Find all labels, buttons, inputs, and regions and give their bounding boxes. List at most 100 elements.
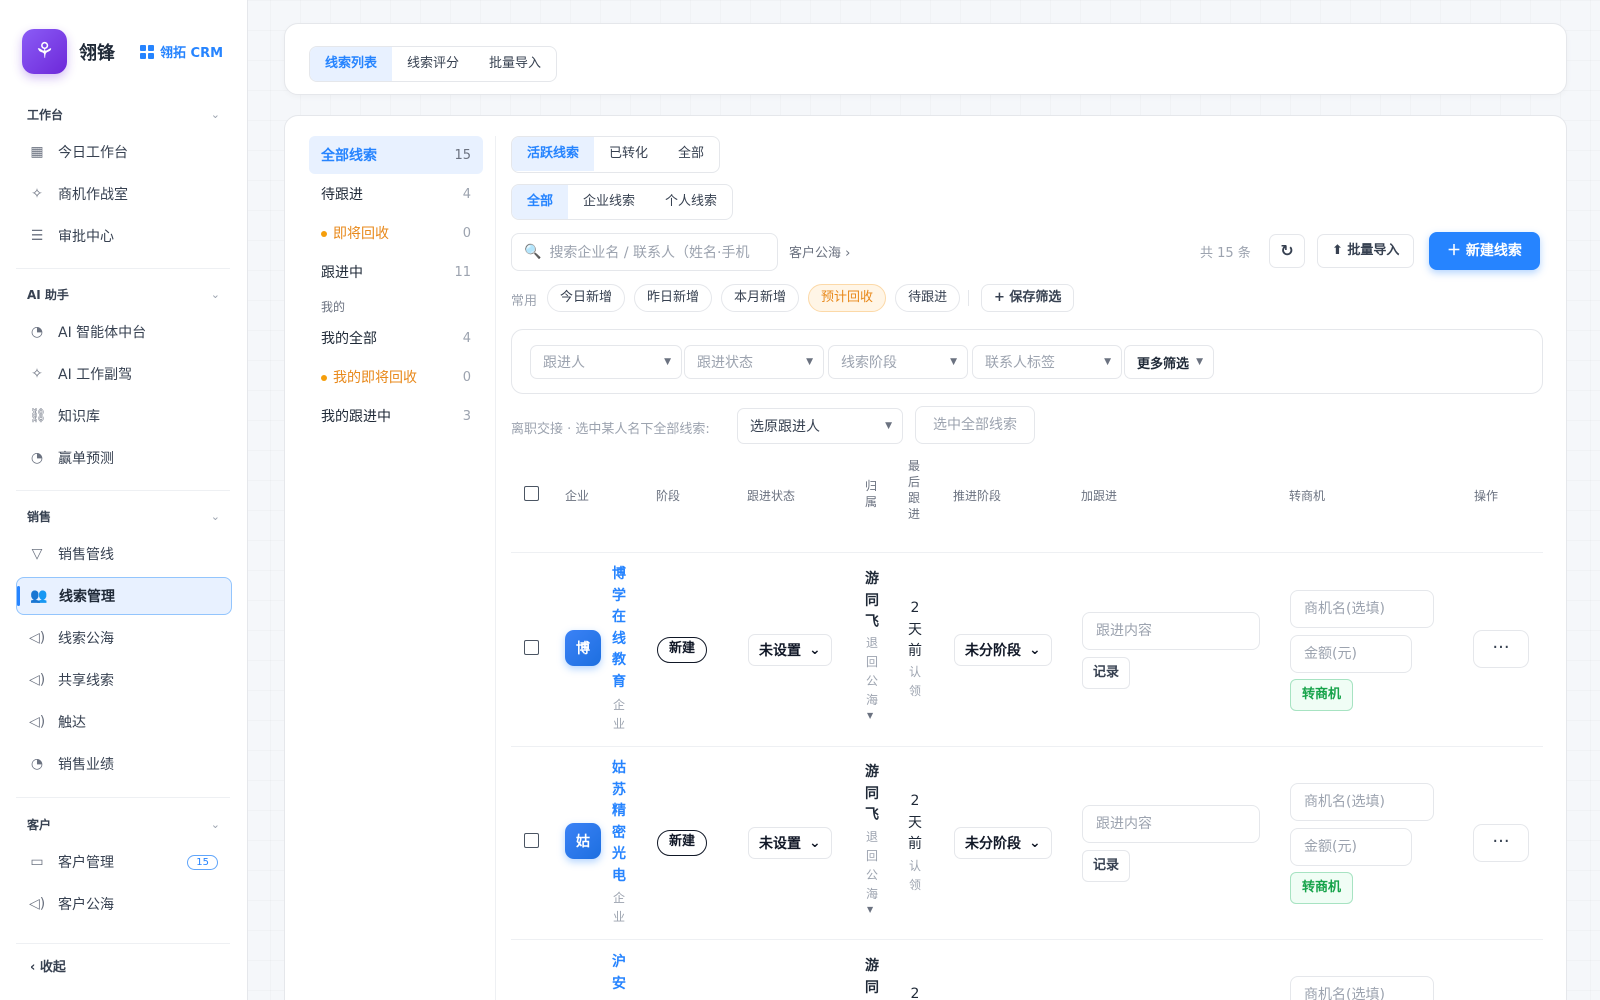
follow-content-input[interactable]: 跟进内容	[1082, 612, 1260, 650]
refresh-button[interactable]: ↻	[1269, 234, 1305, 268]
tab-all-types[interactable]: 全部	[512, 185, 569, 219]
convert-opportunity-button[interactable]: 转商机	[1290, 679, 1354, 711]
link-icon: ⛓	[29, 408, 47, 424]
chip-month-new[interactable]: 本月新增	[721, 284, 800, 312]
section-sales[interactable]: 销售 ⌄	[27, 508, 220, 525]
amount-input[interactable]: 金额(元)	[1290, 635, 1412, 673]
more-actions-button[interactable]: ···	[1473, 630, 1529, 668]
gauge-icon: ◔	[30, 324, 44, 340]
tab-active-leads[interactable]: 活跃线索	[512, 137, 595, 171]
company-type: 企业	[612, 698, 625, 731]
push-stage-select[interactable]: 未分阶段 ⌄	[954, 827, 1052, 859]
category-all[interactable]: 全部线索 15	[309, 136, 483, 174]
tab-enterprise[interactable]: 企业线索	[568, 185, 650, 219]
company-name-link[interactable]: 沪安	[611, 952, 627, 995]
nav-pipeline[interactable]: ▽ 销售管线	[16, 535, 232, 573]
nav-label: 销售管线	[58, 547, 114, 563]
tab-lead-list[interactable]: 线索列表	[310, 47, 393, 81]
company-name-link[interactable]: 姑苏精密光电	[611, 758, 627, 887]
tab-lead-score[interactable]: 线索评分	[392, 47, 474, 81]
status-select[interactable]: 未设置 ⌄	[748, 827, 832, 859]
company-type: 企业	[612, 891, 625, 924]
caret-down-icon[interactable]: ▼	[867, 711, 873, 720]
owner-filter[interactable]: 跟进人 ▼	[530, 345, 682, 379]
chip-expected-recycle[interactable]: 预计回收	[808, 284, 887, 312]
sparkle-icon: ✧	[31, 366, 43, 382]
top-tabs: 线索列表 线索评分 批量导入	[309, 46, 558, 82]
category-my-expiring[interactable]: 我的即将回收 0	[309, 358, 483, 396]
nav-reach[interactable]: ◁) 触达	[16, 703, 232, 741]
section-customer[interactable]: 客户 ⌄	[27, 816, 220, 833]
category-my-all[interactable]: 我的全部 4	[309, 319, 483, 357]
collapse-button[interactable]: ‹ 收起	[30, 956, 66, 975]
batch-import-button[interactable]: ⬆ 批量导入	[1317, 234, 1415, 268]
nav-customer-management[interactable]: ▭ 客户管理 15	[16, 843, 232, 881]
section-workbench[interactable]: 工作台 ⌄	[27, 106, 220, 123]
nav-win-forecast[interactable]: ◔ 赢单预测	[16, 439, 232, 477]
chip-today-new[interactable]: 今日新增	[547, 284, 626, 312]
row-checkbox[interactable]	[524, 640, 539, 655]
quick-filter-chips: 今日新增 昨日新增 本月新增 预计回收 待跟进	[547, 284, 961, 312]
nav-customer-pool[interactable]: ◁) 客户公海	[16, 885, 232, 923]
record-button[interactable]: 记录	[1082, 657, 1131, 689]
owner-note: 退回公海	[865, 830, 878, 901]
nav-opportunity-room[interactable]: ✧ 商机作战室	[16, 175, 232, 213]
save-filter-button[interactable]: + 保存筛选	[981, 284, 1075, 312]
convert-opportunity-button[interactable]: 转商机	[1290, 872, 1354, 904]
customer-pool-link[interactable]: 客户公海 ›	[789, 242, 850, 261]
nav-ai-copilot[interactable]: ✧ AI 工作副驾	[16, 355, 232, 393]
push-stage-select[interactable]: 未分阶段 ⌄	[954, 634, 1052, 666]
opportunity-name-input[interactable]: 商机名(选填)	[1290, 976, 1434, 1000]
caret-down-icon[interactable]: ▼	[867, 905, 873, 914]
opportunity-name-input[interactable]: 商机名(选填)	[1290, 783, 1434, 821]
owner-name: 游同飞	[865, 571, 879, 630]
follow-content-input[interactable]: 跟进内容	[1082, 805, 1260, 843]
nav-shared-leads[interactable]: ◁) 共享线索	[16, 661, 232, 699]
amount-input[interactable]: 金额(元)	[1290, 828, 1412, 866]
nav-label: 线索管理	[59, 589, 115, 605]
tag-filter[interactable]: 联系人标签 ▼	[972, 345, 1122, 379]
nav-ai-platform[interactable]: ◔ AI 智能体中台	[16, 313, 232, 351]
record-button[interactable]: 记录	[1082, 850, 1131, 882]
nav-label: 审批中心	[58, 229, 114, 245]
status-tabs: 活跃线索 已转化 全部	[511, 136, 721, 173]
opportunity-name-input[interactable]: 商机名(选填)	[1290, 590, 1434, 628]
warning-dot-icon	[321, 231, 327, 237]
status-filter[interactable]: 跟进状态 ▼	[684, 345, 824, 379]
crm-switch[interactable]: 翎拓 CRM	[140, 42, 223, 61]
stage-filter[interactable]: 线索阶段 ▼	[828, 345, 968, 379]
category-following[interactable]: 跟进中 11	[309, 253, 483, 291]
new-lead-button[interactable]: ＋ 新建线索	[1429, 232, 1540, 270]
status-select[interactable]: 未设置 ⌄	[748, 634, 832, 666]
category-my-following[interactable]: 我的跟进中 3	[309, 397, 483, 435]
nav-knowledge[interactable]: ⛓ 知识库	[16, 397, 232, 435]
tab-converted[interactable]: 已转化	[594, 137, 663, 171]
caret-down-icon: ▼	[1104, 357, 1111, 367]
category-pending[interactable]: 待跟进 4	[309, 175, 483, 213]
tab-all-status[interactable]: 全部	[663, 137, 719, 171]
tab-personal[interactable]: 个人线索	[650, 185, 732, 219]
chip-yesterday-new[interactable]: 昨日新增	[634, 284, 713, 312]
chip-pending[interactable]: 待跟进	[895, 284, 961, 312]
nav-lead-management[interactable]: 👥 线索管理	[16, 577, 232, 615]
select-all-checkbox[interactable]	[524, 486, 539, 501]
category-expiring[interactable]: 即将回收 0	[309, 214, 483, 252]
select-all-leads-button[interactable]: 选中全部线索	[915, 406, 1035, 444]
more-actions-button[interactable]: ···	[1473, 824, 1529, 862]
row-checkbox[interactable]	[524, 833, 539, 848]
search-input[interactable]: 🔍 搜索企业名 / 联系人（姓名·手机	[511, 233, 778, 271]
more-filters-button[interactable]: 更多筛选 ▼	[1124, 345, 1214, 379]
sidebar: ⚘ 翎锋 翎拓 CRM 工作台 ⌄ ▦ 今日工作台 ✧ 商机作战室 ☰ 审批中心 AI …	[0, 0, 248, 1000]
nav-approval[interactable]: ☰ 审批中心	[16, 217, 232, 255]
last-follow-note: 认领	[908, 859, 921, 892]
nav-performance[interactable]: ◔ 销售业绩	[16, 745, 232, 783]
nav-lead-pool[interactable]: ◁) 线索公海	[16, 619, 232, 657]
tab-batch-import[interactable]: 批量导入	[474, 47, 556, 81]
company-name-link[interactable]: 博学在线教育	[611, 564, 627, 693]
divider	[16, 797, 230, 798]
nav-today[interactable]: ▦ 今日工作台	[16, 133, 232, 171]
category-count: 0	[462, 369, 471, 385]
count-badge: 15	[187, 854, 218, 870]
section-ai[interactable]: AI 助手 ⌄	[27, 286, 220, 303]
original-owner-select[interactable]: 选原跟进人 ▼	[737, 408, 903, 444]
